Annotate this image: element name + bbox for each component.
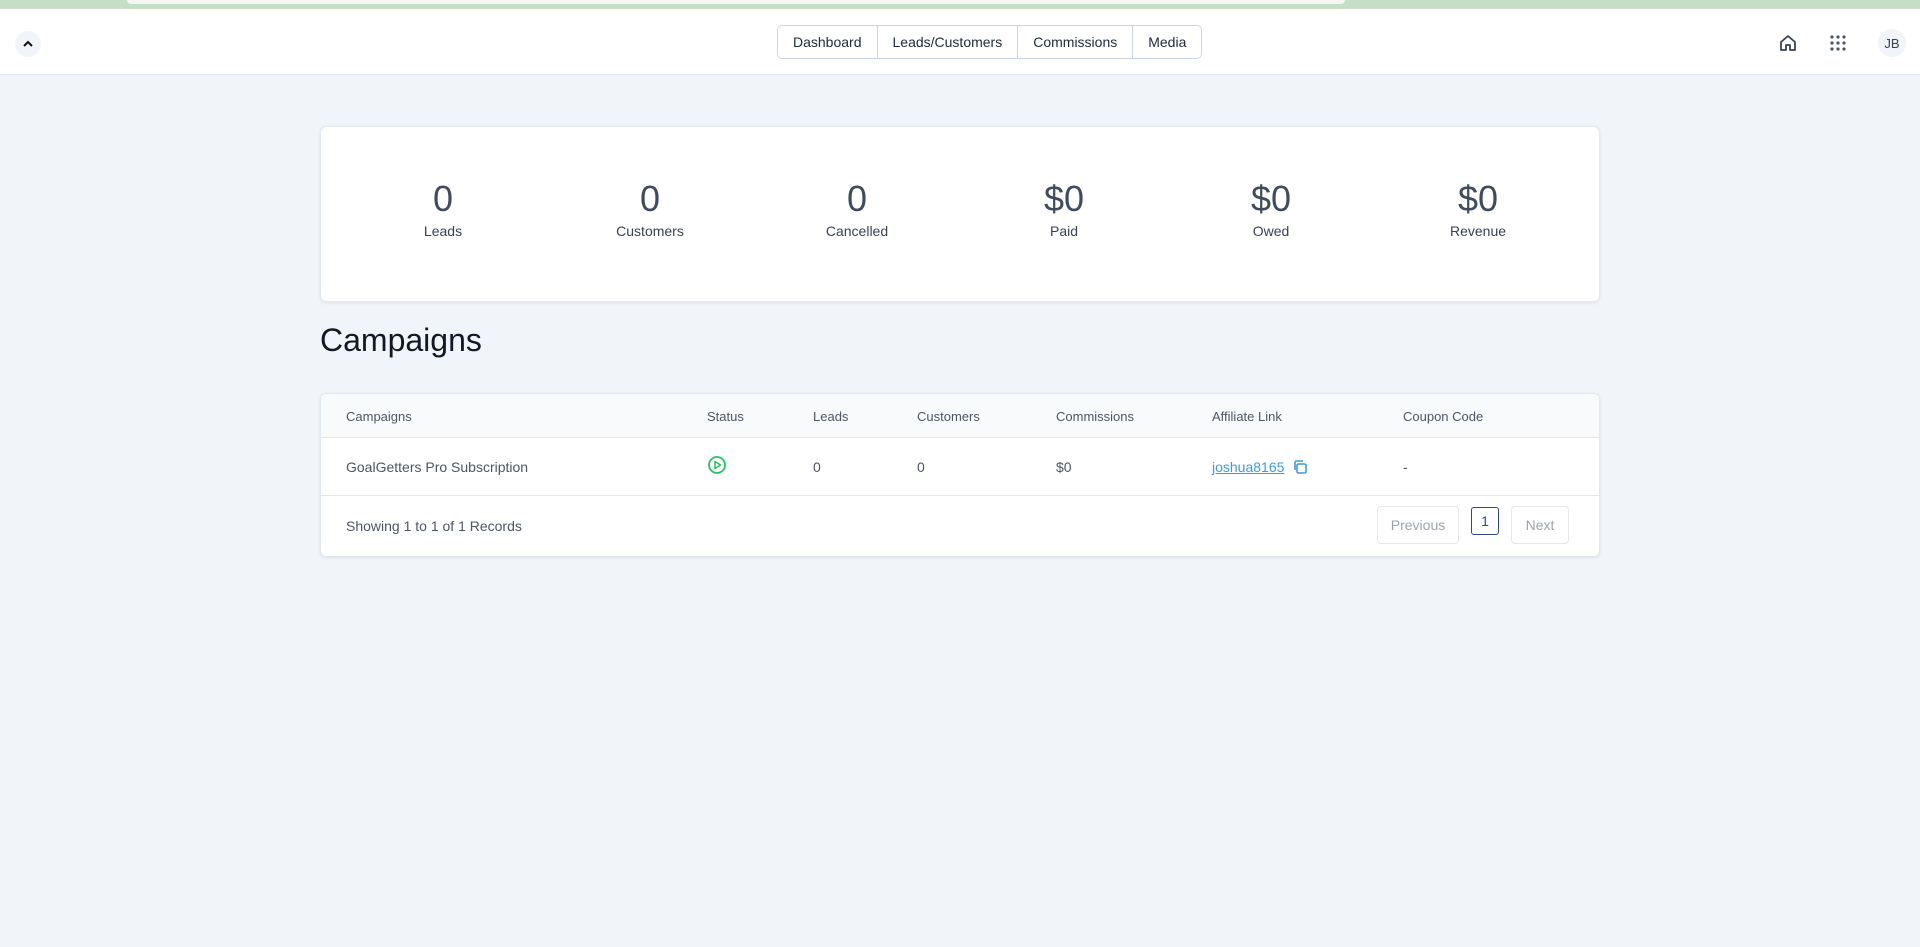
main-nav: Dashboard Leads/Customers Commissions Me…	[777, 25, 1203, 59]
browser-top-strip	[0, 0, 1920, 9]
copy-icon	[1294, 460, 1308, 474]
stat-revenue: $0 Revenue	[1398, 177, 1558, 239]
stat-value: 0	[846, 178, 868, 219]
home-icon	[1780, 35, 1796, 51]
column-header: Status	[707, 408, 744, 424]
apps-grid-button[interactable]	[1826, 31, 1850, 55]
leads-cell: 0	[813, 459, 821, 475]
stats-card: 0 Leads 0 Customers 0 Cancelled $0 Paid …	[320, 126, 1600, 302]
stat-value: 0	[432, 178, 454, 219]
column-header: Customers	[917, 408, 980, 424]
commissions-cell: $0	[1056, 459, 1072, 475]
affiliate-link-cell: joshua8165	[1212, 438, 1308, 496]
stat-value: $0	[1043, 178, 1085, 219]
customers-cell: 0	[917, 459, 925, 475]
section-title: Campaigns	[320, 322, 482, 358]
stat-label: Customers	[616, 223, 684, 239]
coupon-code-cell: -	[1403, 459, 1408, 475]
stat-label: Cancelled	[825, 223, 889, 239]
status-cell	[707, 438, 727, 496]
nav-dashboard[interactable]: Dashboard	[778, 26, 878, 58]
stat-label: Owed	[1252, 223, 1290, 239]
records-summary: Showing 1 to 1 of 1 Records	[346, 518, 522, 534]
collapse-button[interactable]	[15, 31, 41, 57]
campaigns-table: Campaigns Status Leads Customers Commiss…	[320, 393, 1600, 557]
stat-paid: $0 Paid	[984, 177, 1144, 239]
avatar[interactable]: JB	[1878, 29, 1906, 57]
stat-owed: $0 Owed	[1191, 177, 1351, 239]
play-circle-icon	[708, 456, 726, 474]
next-button[interactable]: Next	[1511, 506, 1569, 544]
nav-leads-customers[interactable]: Leads/Customers	[878, 26, 1019, 58]
table-header: Campaigns Status Leads Customers Commiss…	[321, 394, 1599, 438]
app-header: Dashboard Leads/Customers Commissions Me…	[0, 9, 1920, 75]
campaign-name: GoalGetters Pro Subscription	[346, 459, 529, 475]
stat-label: Leads	[423, 223, 463, 239]
stat-value: $0	[1457, 178, 1499, 219]
chevron-up-icon	[23, 40, 33, 47]
column-header: Affiliate Link	[1212, 408, 1282, 424]
stat-value: $0	[1250, 178, 1292, 219]
nav-commissions[interactable]: Commissions	[1018, 26, 1134, 58]
stat-leads: 0 Leads	[363, 177, 523, 239]
column-header: Coupon Code	[1403, 408, 1484, 424]
address-bar-edge	[127, 0, 1345, 4]
stat-cancelled: 0 Cancelled	[777, 177, 937, 239]
column-header: Leads	[813, 408, 849, 424]
affiliate-link[interactable]: joshua8165	[1212, 459, 1284, 475]
stat-value: 0	[639, 178, 661, 219]
page-1-button[interactable]: 1	[1471, 507, 1499, 535]
home-button[interactable]	[1776, 31, 1800, 55]
stat-label: Revenue	[1449, 223, 1507, 239]
table-row: GoalGetters Pro Subscription 0 0 $0 josh…	[321, 438, 1599, 496]
column-header: Commissions	[1056, 408, 1135, 424]
grid-icon	[1830, 35, 1846, 51]
stat-label: Paid	[1049, 223, 1079, 239]
copy-link-button[interactable]	[1292, 459, 1308, 475]
column-header: Campaigns	[346, 408, 412, 424]
previous-button[interactable]: Previous	[1377, 506, 1459, 544]
stat-customers: 0 Customers	[570, 177, 730, 239]
nav-media[interactable]: Media	[1133, 26, 1201, 58]
